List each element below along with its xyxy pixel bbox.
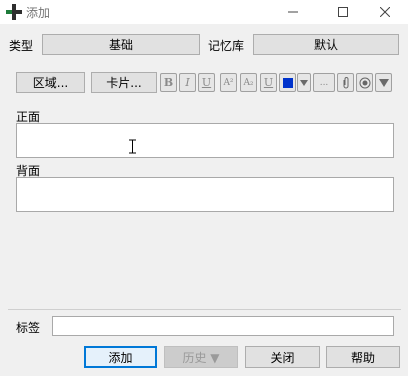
- color-dropdown-button[interactable]: [297, 73, 311, 92]
- close-icon: [380, 7, 390, 17]
- close-button[interactable]: 关闭: [245, 346, 320, 368]
- superscript-button[interactable]: A²: [220, 73, 237, 92]
- app-icon: [6, 4, 22, 20]
- underline-button[interactable]: U: [198, 73, 215, 92]
- subscript-button[interactable]: A₂: [240, 73, 257, 92]
- chevron-down-icon: [378, 78, 389, 87]
- color-swatch-icon: [282, 77, 293, 88]
- close-window-button[interactable]: [362, 0, 408, 24]
- front-field-input[interactable]: [16, 123, 394, 158]
- separator: [8, 309, 401, 310]
- chevron-down-icon: [300, 79, 308, 86]
- tags-input[interactable]: [52, 316, 394, 336]
- add-button[interactable]: 添加: [84, 346, 157, 368]
- text-cursor-icon: [129, 139, 136, 154]
- paperclip-icon: [343, 76, 348, 88]
- more-button[interactable]: ...: [313, 73, 335, 92]
- record-icon: [359, 77, 370, 88]
- italic-button[interactable]: I: [179, 73, 196, 92]
- attach-button[interactable]: [337, 73, 354, 92]
- history-button[interactable]: 历史 ▼: [164, 346, 238, 368]
- clear-format-button[interactable]: U: [260, 73, 277, 92]
- help-button[interactable]: 帮助: [326, 346, 400, 368]
- deck-label: 记忆库: [208, 39, 245, 53]
- fields-button[interactable]: 区域...: [16, 72, 85, 93]
- deck-button[interactable]: 默认: [253, 34, 399, 55]
- type-label: 类型: [9, 39, 34, 53]
- options-dropdown-button[interactable]: [375, 73, 392, 92]
- tags-label: 标签: [16, 321, 41, 335]
- cards-button[interactable]: 卡片...: [91, 72, 157, 93]
- text-color-button[interactable]: [279, 73, 296, 92]
- window-title: 添加: [26, 6, 51, 20]
- record-button[interactable]: [356, 73, 373, 92]
- minimize-icon: [288, 11, 298, 13]
- maximize-button[interactable]: [320, 0, 366, 24]
- minimize-button[interactable]: [270, 0, 316, 24]
- maximize-icon: [338, 7, 348, 17]
- back-field-input[interactable]: [16, 177, 394, 212]
- bold-button[interactable]: B: [160, 73, 177, 92]
- note-type-button[interactable]: 基础: [42, 34, 200, 55]
